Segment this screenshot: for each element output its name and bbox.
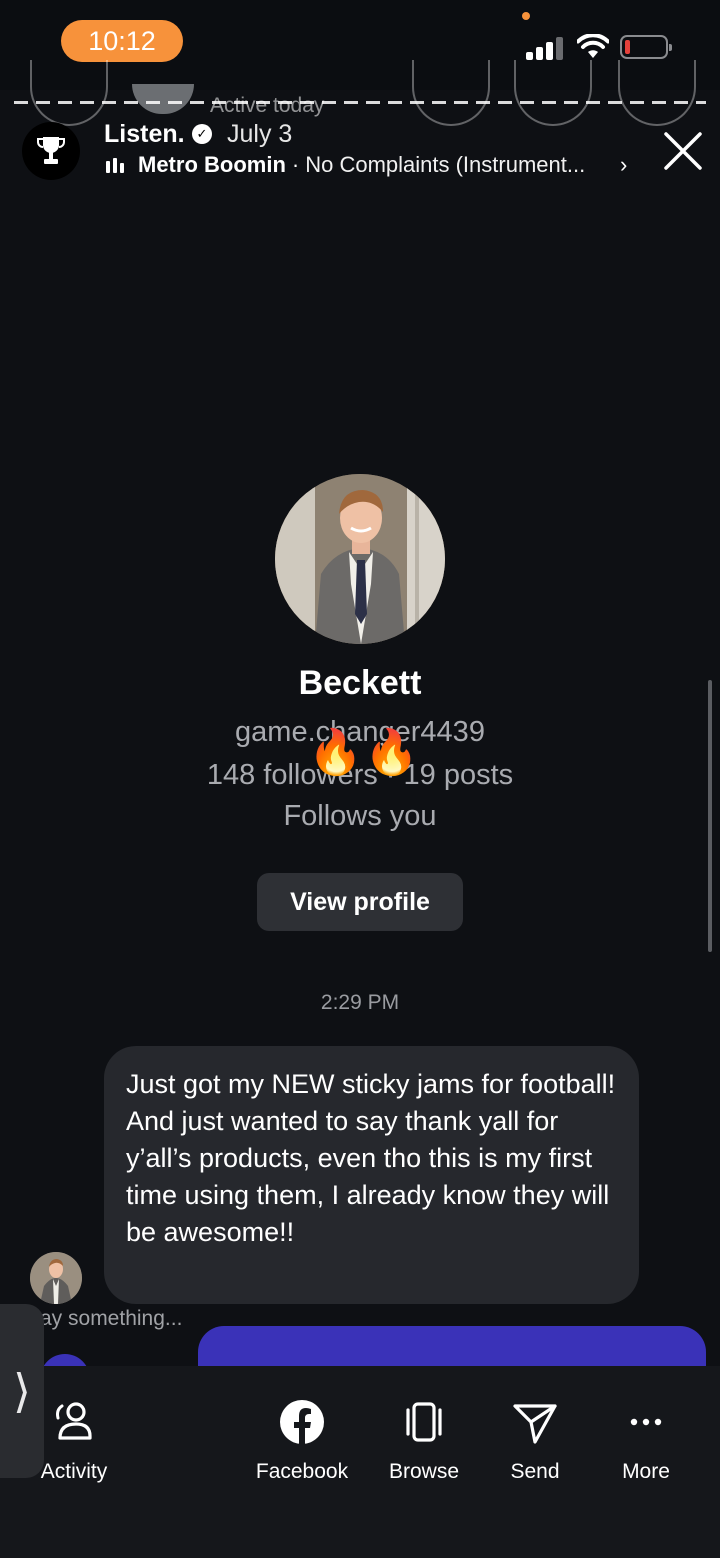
background-back-arc	[30, 60, 108, 126]
facebook-icon	[280, 1400, 324, 1444]
background-icon-arc	[618, 60, 696, 126]
story-date: July 3	[227, 120, 293, 148]
status-time: 10:12	[61, 20, 183, 62]
send-label: Send	[510, 1460, 560, 1483]
send-button[interactable]: Send	[475, 1398, 595, 1484]
profile-photo-image	[275, 474, 445, 644]
follows-you-label: Follows you	[283, 800, 437, 832]
music-separator: ·	[291, 152, 300, 177]
close-icon[interactable]	[662, 130, 704, 172]
verified-badge-icon: ✓	[192, 124, 212, 144]
browse-label: Browse	[388, 1460, 460, 1483]
battery-low-icon	[620, 35, 672, 59]
activity-button[interactable]: Activity	[14, 1398, 134, 1484]
music-artist: Metro Boomin	[138, 152, 286, 177]
sender-avatar-image	[30, 1252, 82, 1304]
message-timestamp: 2:29 PM	[320, 991, 400, 1014]
background-active-status: Active today	[210, 94, 325, 117]
privacy-indicator-dot	[522, 12, 530, 20]
facebook-button[interactable]: Facebook	[242, 1398, 362, 1484]
background-icon-arc	[514, 60, 592, 126]
more-dots-icon	[630, 1418, 662, 1426]
fire-sticker: 🔥	[308, 728, 363, 777]
facebook-label: Facebook	[255, 1460, 349, 1483]
music-title: No Complaints (Instrument...	[305, 152, 586, 177]
send-paper-plane-icon	[513, 1404, 557, 1444]
browse-cards-icon	[406, 1402, 442, 1442]
more-label: More	[622, 1460, 670, 1483]
music-bars-icon	[106, 157, 124, 173]
story-progress-bar	[14, 101, 706, 104]
profile-name: Beckett	[298, 664, 422, 702]
view-profile-button[interactable]: View profile	[257, 873, 463, 931]
browse-button[interactable]: Browse	[364, 1398, 484, 1484]
fire-sticker: 🔥	[364, 728, 419, 777]
chevron-right-icon[interactable]: ›	[620, 152, 627, 178]
status-bar: 10:12	[0, 0, 720, 90]
background-icon-arc	[412, 60, 490, 126]
composer-placeholder[interactable]: ay something...	[40, 1307, 182, 1331]
activity-label: Activity	[40, 1460, 108, 1483]
sender-avatar[interactable]	[30, 1252, 82, 1304]
message-bubble[interactable]: Just got my NEW sticky jams for football…	[104, 1046, 639, 1304]
profile-photo[interactable]	[275, 474, 445, 644]
more-button[interactable]: More	[586, 1398, 706, 1484]
story-music-attribution[interactable]: Metro Boomin · No Complaints (Instrument…	[106, 151, 585, 179]
trophy-icon	[37, 137, 65, 164]
background-avatar	[132, 84, 194, 114]
story-account-name[interactable]: Listen.	[104, 120, 185, 149]
scrollbar[interactable]	[708, 680, 712, 952]
activity-people-icon	[56, 1402, 92, 1440]
story-account-avatar[interactable]	[22, 122, 80, 180]
wifi-icon	[577, 34, 609, 58]
cellular-signal-icon	[526, 36, 564, 60]
